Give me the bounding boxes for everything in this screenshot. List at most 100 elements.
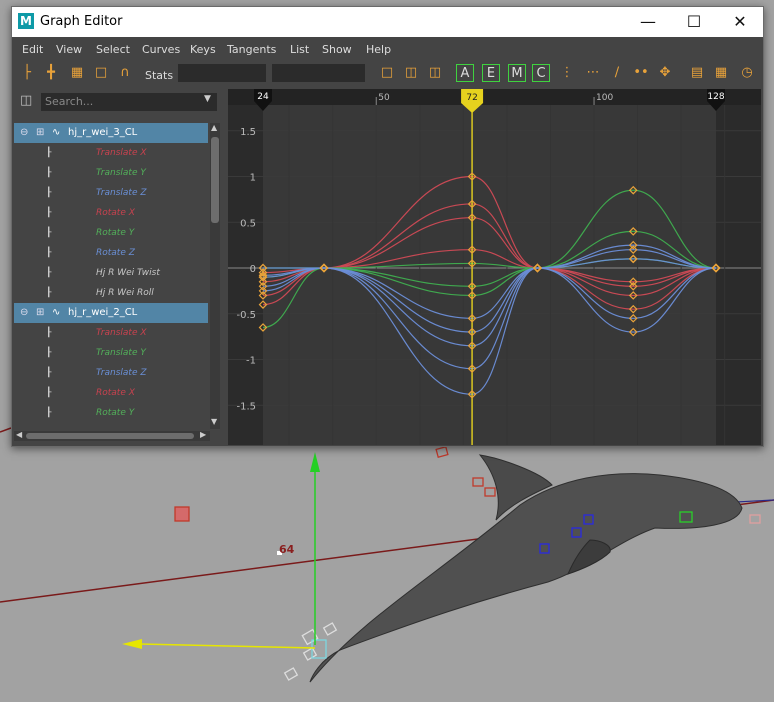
scroll-right-icon[interactable]: ▶ [200,430,206,439]
channel-label: Translate X [96,148,147,158]
linear-tangent-icon[interactable]: M [508,64,526,82]
channel-row[interactable]: ┠ Hj R Wei Twist [14,263,208,283]
collapse-icon[interactable]: ⊖ [20,123,28,143]
frame-tick-label: 50 [378,93,390,103]
dolphin-model [309,454,743,683]
channel-icon: ┠ [46,268,52,278]
channel-row[interactable]: ┠ Rotate Y [14,403,208,423]
collapse-icon[interactable]: ⊖ [20,303,28,323]
y-tick-label: 1.5 [240,127,256,138]
graph-toolbar: ├ ╋ ▦ □ ∩ Stats □ ◫ ◫ A E M C ⋮ ⋯ ∕ •• ✥… [12,61,763,87]
channel-row[interactable]: ┠ Translate X [14,143,208,163]
stepped-tangent-icon[interactable]: ⋮ [558,64,576,82]
trax-icon[interactable]: ▦ [712,64,730,82]
lattice-icon[interactable]: ▦ [68,64,86,82]
y-tick-label: 1 [250,173,256,184]
frame-tick-label: 24 [257,92,269,102]
move-keys-icon[interactable]: ├ [18,64,36,82]
insert-keys-icon[interactable]: ╋ [42,64,60,82]
center-view-icon[interactable]: ◫ [426,64,444,82]
dope-sheet-icon[interactable]: ▤ [688,64,706,82]
scroll-thumb[interactable] [211,137,219,223]
group-label: hj_r_wei_2_CL [68,307,138,318]
channel-label: Translate Z [96,368,147,378]
channel-row[interactable]: ┠ Rotate Y [14,223,208,243]
menu-list[interactable]: List [290,43,309,56]
vertical-scrollbar[interactable]: ▲ ▼ [210,123,220,429]
retime-icon[interactable]: ∩ [116,64,134,82]
expand-icon[interactable]: ⊞ [36,123,44,143]
y-tick-label: -0.5 [236,310,256,321]
menu-select[interactable]: Select [96,43,130,56]
channel-row[interactable]: ┠ Translate Z [14,183,208,203]
scroll-down-icon[interactable]: ▼ [211,417,217,426]
plateau-tangent-icon[interactable]: ∕ [608,64,626,82]
menu-show[interactable]: Show [322,43,352,56]
channel-label: Rotate Y [96,228,135,238]
stats-label: Stats [145,69,174,82]
stats-field-value[interactable] [272,64,365,82]
channel-row[interactable]: ┠ Translate Y [14,163,208,183]
frame-all-icon[interactable]: □ [378,64,396,82]
scroll-up-icon[interactable]: ▲ [211,123,217,132]
channel-row[interactable]: ┠ Translate Z [14,363,208,383]
channel-label: Rotate Y [96,408,135,418]
group-row[interactable]: ⊖ ⊞ ∿ hj_r_wei_3_CL [14,123,208,143]
channel-icon: ┠ [46,208,52,218]
frame-playback-icon[interactable]: ◫ [402,64,420,82]
channel-label: Translate Y [96,168,146,178]
channel-row[interactable]: ┠ Rotate Z [14,243,208,263]
scroll-thumb[interactable] [26,433,194,439]
snap-icon[interactable]: ✥ [656,64,674,82]
menu-view[interactable]: View [56,43,82,56]
clamped-tangent-icon[interactable]: C [532,64,550,82]
maya-app-icon: M [18,13,34,29]
channel-icon: ┠ [46,168,52,178]
menu-help[interactable]: Help [366,43,391,56]
menu-edit[interactable]: Edit [22,43,43,56]
frame-tick-label: 100 [596,93,613,103]
channel-row[interactable]: ┠ Hj R Wei Roll [14,283,208,303]
channel-icon: ┠ [46,328,52,338]
graph-view[interactable]: 1.510.50-0.5-1-1.5-224507210012872 [228,89,761,445]
title-bar[interactable]: M Graph Editor — ☐ ✕ [12,7,763,37]
viewport-frame-label-64: 64 [279,543,295,556]
horizontal-scrollbar[interactable]: ◀ ▶ [14,430,210,441]
menu-bar: Edit View Select Curves Keys Tangents Li… [12,40,763,60]
flat-tangent-icon[interactable]: ⋯ [584,64,602,82]
expand-icon[interactable]: ⊞ [36,303,44,323]
channel-row[interactable]: ┠ Translate Y [14,343,208,363]
channel-icon: ┠ [46,368,52,378]
minimize-button[interactable]: — [625,7,671,37]
channel-icon: ┠ [46,228,52,238]
graph-editor-window: M Graph Editor — ☐ ✕ Edit View Select Cu… [11,6,764,447]
channel-row[interactable]: ┠ Rotate X [14,383,208,403]
time-editor-icon[interactable]: ◷ [738,64,756,82]
group-label: hj_r_wei_3_CL [68,127,138,138]
channel-icon: ┠ [46,148,52,158]
chevron-down-icon[interactable]: ▼ [204,94,211,104]
joint-icon: ∿ [52,127,61,138]
group-row[interactable]: ⊖ ⊞ ∿ hj_r_wei_2_CL [14,303,208,323]
time-ruler [228,89,761,105]
maximize-button[interactable]: ☐ [671,7,717,37]
outliner-filter-icon[interactable]: ◫ [20,93,32,108]
channel-row[interactable]: ┠ Rotate X [14,203,208,223]
region-icon[interactable]: □ [92,64,110,82]
menu-curves[interactable]: Curves [142,43,180,56]
menu-tangents[interactable]: Tangents [227,43,276,56]
stats-field-time[interactable] [178,64,266,82]
scroll-left-icon[interactable]: ◀ [16,430,22,439]
menu-keys[interactable]: Keys [190,43,216,56]
channel-icon: ┠ [46,408,52,418]
spline-tangent-icon[interactable]: E [482,64,500,82]
channel-label: Hj R Wei Roll [96,288,154,298]
channel-label: Rotate X [96,388,135,398]
channel-row[interactable]: ┠ Translate X [14,323,208,343]
channel-label: Translate Z [96,188,147,198]
search-input[interactable]: Search... [41,93,217,111]
channel-label: Translate Y [96,348,146,358]
auto-tangent-icon[interactable]: A [456,64,474,82]
close-button[interactable]: ✕ [717,7,763,37]
buffer-curve-icon[interactable]: •• [632,64,650,82]
